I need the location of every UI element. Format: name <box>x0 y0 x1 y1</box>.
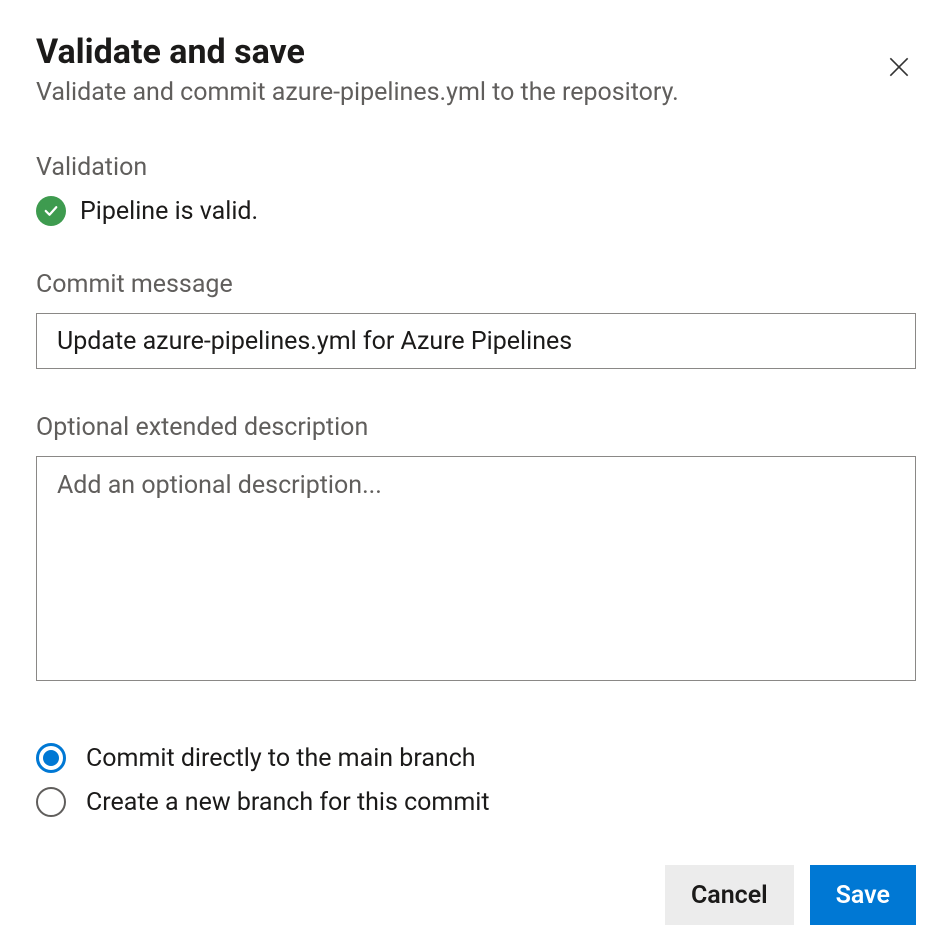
dialog-header: Validate and save Validate and commit az… <box>36 32 916 109</box>
commit-message-section: Commit message <box>36 270 916 369</box>
validation-section: Validation Pipeline is valid. <box>36 153 916 226</box>
radio-unselected-icon <box>36 787 66 817</box>
header-text-block: Validate and save Validate and commit az… <box>36 32 878 109</box>
validation-status-text: Pipeline is valid. <box>80 197 258 226</box>
dialog-button-row: Cancel Save <box>36 865 916 925</box>
save-button[interactable]: Save <box>810 865 916 925</box>
radio-commit-direct[interactable]: Commit directly to the main branch <box>36 743 916 773</box>
cancel-button[interactable]: Cancel <box>665 865 794 925</box>
validation-status: Pipeline is valid. <box>36 196 916 226</box>
radio-new-branch-label: Create a new branch for this commit <box>86 788 490 817</box>
commit-message-label: Commit message <box>36 270 916 299</box>
description-textarea[interactable] <box>36 456 916 681</box>
radio-commit-direct-label: Commit directly to the main branch <box>86 744 476 773</box>
radio-selected-icon <box>36 743 66 773</box>
validation-label: Validation <box>36 153 916 182</box>
commit-message-input[interactable] <box>36 313 916 369</box>
description-section: Optional extended description <box>36 413 916 685</box>
close-icon <box>886 68 912 83</box>
description-label: Optional extended description <box>36 413 916 442</box>
dialog-subtitle: Validate and commit azure-pipelines.yml … <box>36 77 878 110</box>
radio-new-branch[interactable]: Create a new branch for this commit <box>36 787 916 817</box>
check-circle-icon <box>36 196 66 226</box>
dialog-title: Validate and save <box>36 32 878 73</box>
close-button[interactable] <box>878 46 920 91</box>
branch-radio-group: Commit directly to the main branch Creat… <box>36 743 916 817</box>
